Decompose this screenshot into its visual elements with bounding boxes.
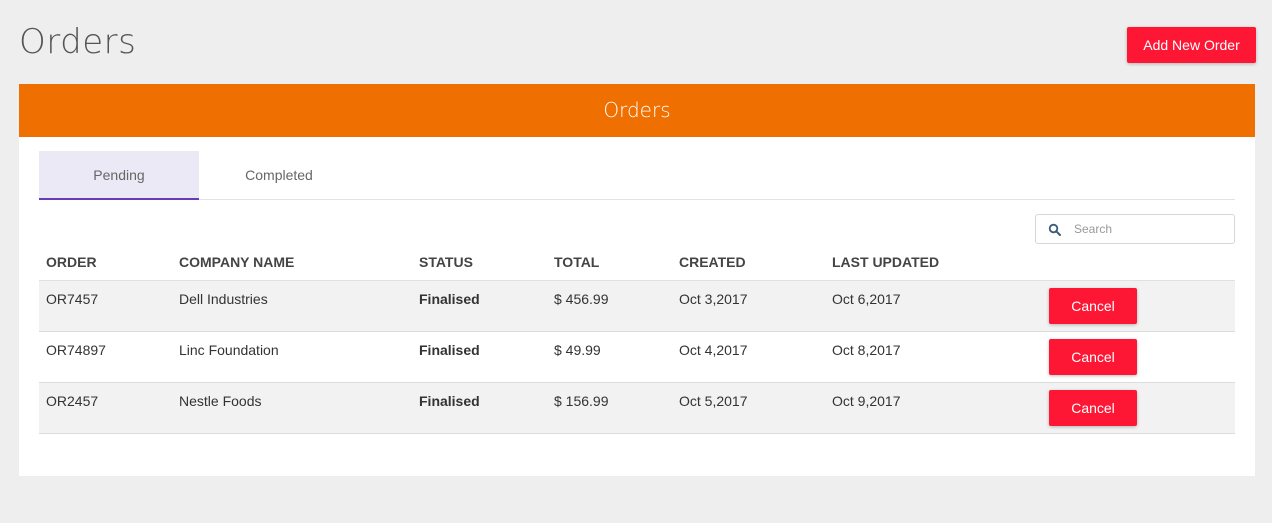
created-date: Oct 5,2017 [672,382,825,434]
cancel-button[interactable]: Cancel [1049,338,1137,375]
company-name: Dell Industries [172,280,412,332]
order-id: OR7457 [39,280,172,332]
tab-completed[interactable]: Completed [199,151,359,199]
order-total: $ 49.99 [547,331,672,383]
orders-card: Orders Pending Completed ORDER COMPANY N… [19,84,1255,476]
column-header-actions [1049,244,1235,281]
order-total: $ 456.99 [547,280,672,332]
company-name: Linc Foundation [172,331,412,383]
created-date: Oct 4,2017 [672,331,825,383]
order-id: OR74897 [39,331,172,383]
search-icon [1048,223,1061,236]
last-updated-date: Oct 8,2017 [825,331,1049,383]
created-date: Oct 3,2017 [672,280,825,332]
order-total: $ 156.99 [547,382,672,434]
search-box[interactable] [1035,214,1235,244]
column-header-total: TOTAL [547,244,672,281]
column-header-order: ORDER [39,244,172,281]
company-name: Nestle Foods [172,382,412,434]
add-new-order-button[interactable]: Add New Order [1127,27,1256,63]
column-header-status: STATUS [412,244,547,281]
order-status: Finalised [412,382,547,434]
cancel-button[interactable]: Cancel [1049,287,1137,324]
table-row: OR74897 Linc Foundation Finalised $ 49.9… [39,331,1235,383]
row-actions: Cancel [1049,331,1235,383]
table-header-row: ORDER COMPANY NAME STATUS TOTAL CREATED … [39,244,1235,281]
last-updated-date: Oct 9,2017 [825,382,1049,434]
card-header-title: Orders [19,84,1255,137]
cancel-button[interactable]: Cancel [1049,389,1137,426]
row-actions: Cancel [1049,382,1235,434]
column-header-company-name: COMPANY NAME [172,244,412,281]
row-actions: Cancel [1049,280,1235,332]
orders-table: ORDER COMPANY NAME STATUS TOTAL CREATED … [39,244,1235,434]
column-header-created: CREATED [672,244,825,281]
table-row: OR2457 Nestle Foods Finalised $ 156.99 O… [39,382,1235,434]
tab-pending[interactable]: Pending [39,151,199,200]
column-header-last-updated: LAST UPDATED [825,244,1049,281]
order-status: Finalised [412,331,547,383]
page-title: Orders [19,22,137,62]
last-updated-date: Oct 6,2017 [825,280,1049,332]
order-id: OR2457 [39,382,172,434]
tab-bar: Pending Completed [39,151,1235,200]
order-status: Finalised [412,280,547,332]
search-input[interactable] [1074,215,1229,243]
table-row: OR7457 Dell Industries Finalised $ 456.9… [39,280,1235,332]
